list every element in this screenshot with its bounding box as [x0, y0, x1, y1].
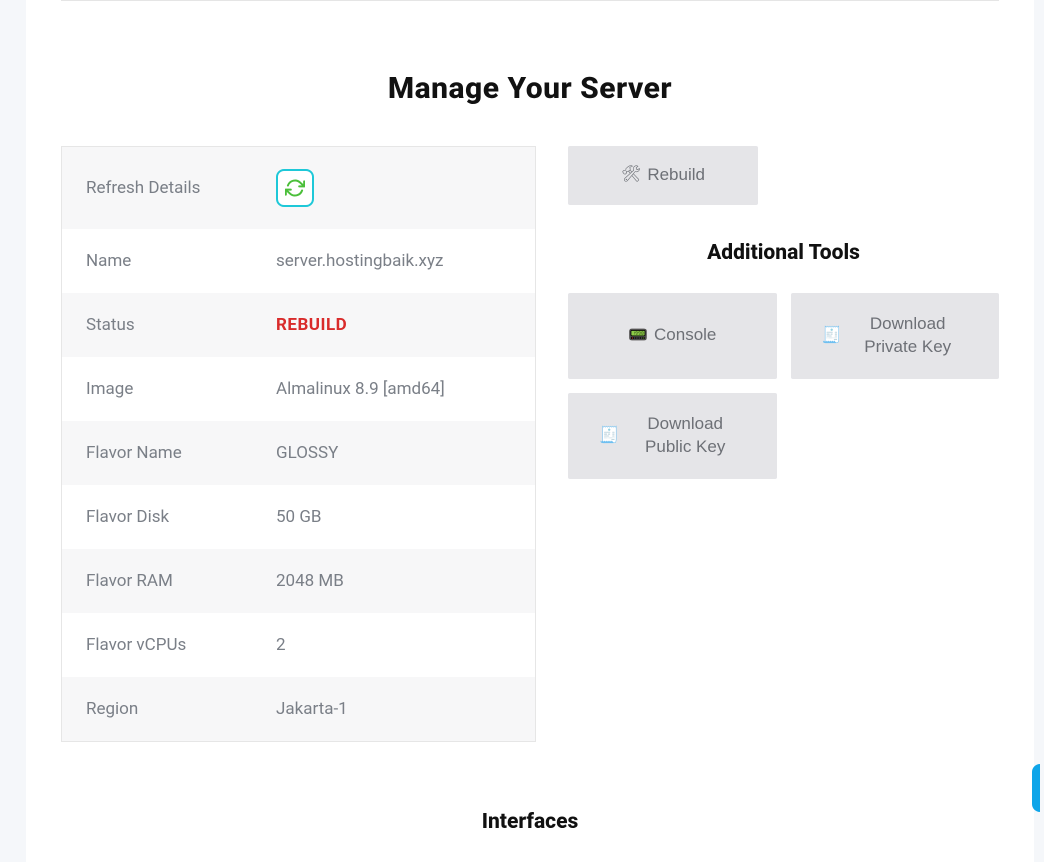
- tools-icon: 🛠: [621, 167, 641, 183]
- row-flavor-disk: Flavor Disk 50 GB: [62, 485, 535, 549]
- label-flavor-vcpus: Flavor vCPUs: [86, 635, 276, 655]
- server-details-table: Refresh Details Name server.hostingbaik.…: [61, 146, 536, 742]
- console-button-label: Console: [654, 324, 716, 347]
- value-flavor-disk: 50 GB: [276, 507, 322, 527]
- label-flavor-ram: Flavor RAM: [86, 571, 276, 591]
- console-button[interactable]: 📟 Console: [568, 293, 777, 379]
- download-public-key-label: Download Public Key: [625, 413, 745, 459]
- label-name: Name: [86, 251, 276, 271]
- document-icon: 🧾: [599, 428, 619, 444]
- value-flavor-vcpus: 2: [276, 635, 286, 655]
- row-region: Region Jakarta-1: [62, 677, 535, 741]
- value-flavor-name: GLOSSY: [276, 443, 338, 463]
- row-name: Name server.hostingbaik.xyz: [62, 229, 535, 293]
- additional-tools-heading: Additional Tools: [568, 241, 999, 265]
- refresh-icon: [285, 178, 305, 198]
- download-public-key-button[interactable]: 🧾 Download Public Key: [568, 393, 777, 479]
- label-status: Status: [86, 315, 276, 335]
- rebuild-button-label: Rebuild: [647, 164, 705, 187]
- rebuild-button[interactable]: 🛠 Rebuild: [568, 146, 758, 205]
- row-status: Status REBUILD: [62, 293, 535, 357]
- interfaces-heading: Interfaces: [61, 810, 999, 834]
- value-image: Almalinux 8.9 [amd64]: [276, 379, 445, 399]
- refresh-button[interactable]: [276, 169, 314, 207]
- tools-grid: 📟 Console 🧾 Download Private Key 🧾 Downl…: [568, 293, 999, 479]
- label-region: Region: [86, 699, 276, 719]
- top-divider: [61, 0, 999, 1]
- value-flavor-ram: 2048 MB: [276, 571, 344, 591]
- page-title: Manage Your Server: [61, 71, 999, 106]
- row-flavor-ram: Flavor RAM 2048 MB: [62, 549, 535, 613]
- value-status: REBUILD: [276, 315, 347, 335]
- download-private-key-button[interactable]: 🧾 Download Private Key: [791, 293, 1000, 379]
- label-image: Image: [86, 379, 276, 399]
- download-private-key-label: Download Private Key: [848, 313, 968, 359]
- row-flavor-name: Flavor Name GLOSSY: [62, 421, 535, 485]
- document-icon: 🧾: [822, 328, 842, 344]
- chat-widget[interactable]: [1032, 764, 1040, 812]
- label-flavor-name: Flavor Name: [86, 443, 276, 463]
- value-region: Jakarta-1: [276, 699, 348, 719]
- row-refresh: Refresh Details: [62, 147, 535, 229]
- value-name: server.hostingbaik.xyz: [276, 251, 443, 271]
- row-image: Image Almalinux 8.9 [amd64]: [62, 357, 535, 421]
- console-icon: 📟: [628, 328, 648, 344]
- label-flavor-disk: Flavor Disk: [86, 507, 276, 527]
- label-refresh: Refresh Details: [86, 178, 276, 198]
- row-flavor-vcpus: Flavor vCPUs 2: [62, 613, 535, 677]
